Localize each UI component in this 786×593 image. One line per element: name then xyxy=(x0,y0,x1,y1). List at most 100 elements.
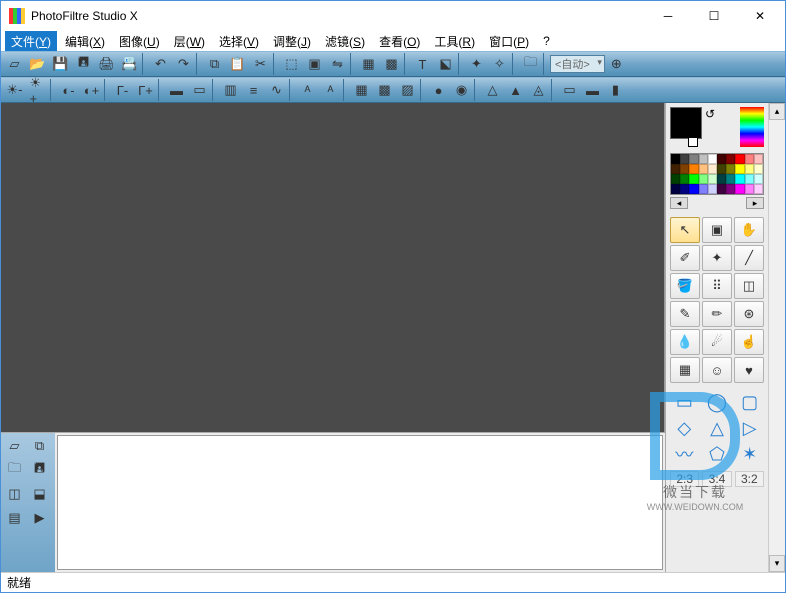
swatch[interactable] xyxy=(689,154,698,164)
pattern-tool[interactable]: ▦ xyxy=(670,357,700,383)
heart-tool[interactable]: ♥ xyxy=(734,357,764,383)
swatch[interactable] xyxy=(754,184,763,194)
swap-colors-icon[interactable]: ↺ xyxy=(702,107,718,147)
channels-button[interactable]: ▩ xyxy=(380,53,403,75)
menu-文件[interactable]: 文件(Y) xyxy=(5,31,57,52)
rgb-button[interactable]: ▦ xyxy=(357,53,380,75)
histogram-button[interactable]: ▥ xyxy=(219,79,242,101)
brush-tool[interactable]: ✎ xyxy=(670,301,700,327)
shape-star[interactable]: ✶ xyxy=(735,443,764,465)
zoom-in-button[interactable]: ⊕ xyxy=(605,53,628,75)
swatch[interactable] xyxy=(708,164,717,174)
bright-minus-button[interactable]: ☀- xyxy=(3,79,26,101)
scroll-down-icon[interactable]: ▾ xyxy=(769,555,785,572)
grid3-button[interactable]: ▨ xyxy=(396,79,419,101)
swatch[interactable] xyxy=(708,174,717,184)
swatch[interactable] xyxy=(735,184,744,194)
resize-button[interactable]: ⬚ xyxy=(280,53,303,75)
swatch[interactable] xyxy=(754,154,763,164)
layer-mask-button[interactable]: ◫ xyxy=(3,483,26,505)
scroll-up-icon[interactable]: ▴ xyxy=(769,103,785,120)
zoom-dropdown[interactable]: <自动> xyxy=(550,55,605,73)
pointer-tool[interactable]: ↖ xyxy=(670,217,700,243)
palette-next[interactable]: ▸ xyxy=(746,197,764,209)
swatch[interactable] xyxy=(680,164,689,174)
blur1-button[interactable]: ● xyxy=(427,79,450,101)
contrast-plus-button[interactable]: ◐+ xyxy=(80,79,103,101)
transform-button[interactable]: ⬕ xyxy=(434,53,457,75)
plugin2-button[interactable]: ✧ xyxy=(488,53,511,75)
bright-plus-button[interactable]: ☀+ xyxy=(26,79,49,101)
paste-button[interactable]: 📋 xyxy=(226,53,249,75)
swatch[interactable] xyxy=(708,154,717,164)
menu-图像[interactable]: 图像(U) xyxy=(113,31,166,52)
shape-rounded[interactable]: ▢ xyxy=(735,391,764,413)
swatch[interactable] xyxy=(726,154,735,164)
layer-play-button[interactable]: ▶ xyxy=(28,507,51,529)
swatch[interactable] xyxy=(680,154,689,164)
swatch[interactable] xyxy=(689,174,698,184)
layer-dup-button[interactable]: ⧉ xyxy=(28,435,51,457)
retouch-tool[interactable]: ☺ xyxy=(702,357,732,383)
cut-button[interactable]: ✂ xyxy=(249,53,272,75)
twain-button[interactable]: 📇 xyxy=(118,53,141,75)
menu-层[interactable]: 层(W) xyxy=(168,31,211,52)
menu-调整[interactable]: 调整(J) xyxy=(267,31,317,52)
sat-plus-button[interactable]: ▭ xyxy=(188,79,211,101)
vertical-scrollbar[interactable]: ▴ ▾ xyxy=(768,103,785,572)
print-button[interactable]: 🖨 xyxy=(95,53,118,75)
swatch[interactable] xyxy=(699,154,708,164)
gamma-minus-button[interactable]: Γ- xyxy=(111,79,134,101)
menu-窗口[interactable]: 窗口(P) xyxy=(483,31,535,52)
color-spectrum[interactable] xyxy=(740,107,764,147)
swatch[interactable] xyxy=(745,174,754,184)
contrast-minus-button[interactable]: ◐- xyxy=(57,79,80,101)
palette-prev[interactable]: ◂ xyxy=(670,197,688,209)
browse-button[interactable]: 🗀 xyxy=(519,53,542,75)
text-button[interactable]: T xyxy=(411,53,434,75)
crop-button[interactable]: ▣ xyxy=(303,53,326,75)
swatch[interactable] xyxy=(680,174,689,184)
swatch[interactable] xyxy=(754,174,763,184)
swatch[interactable] xyxy=(699,164,708,174)
finger-tool[interactable]: ☝ xyxy=(734,329,764,355)
shape-triangle[interactable]: △ xyxy=(703,417,732,439)
hand-tool[interactable]: ✋ xyxy=(734,217,764,243)
ratio-2:3[interactable]: 2:3 xyxy=(670,471,699,487)
swatch[interactable] xyxy=(689,184,698,194)
swatch[interactable] xyxy=(699,184,708,194)
layer-thumbnails[interactable] xyxy=(57,435,663,570)
clone-tool[interactable]: ⊛ xyxy=(734,301,764,327)
auto1-button[interactable]: ᴬ xyxy=(296,79,319,101)
shape-polygon[interactable]: ⬠ xyxy=(703,443,732,465)
fx3-button[interactable]: ▮ xyxy=(604,79,627,101)
eraser-tool[interactable]: ◫ xyxy=(734,273,764,299)
fx2-button[interactable]: ▬ xyxy=(581,79,604,101)
blur2-button[interactable]: ◉ xyxy=(450,79,473,101)
menu-查看[interactable]: 查看(O) xyxy=(373,31,426,52)
layer-flatten-button[interactable]: ▤ xyxy=(3,507,26,529)
grid2-button[interactable]: ▩ xyxy=(373,79,396,101)
menu-编辑[interactable]: 编辑(X) xyxy=(59,31,111,52)
shape-lasso[interactable]: 〰 xyxy=(670,443,699,465)
spray-tool[interactable]: ⠿ xyxy=(702,273,732,299)
swatch[interactable] xyxy=(680,184,689,194)
bucket-tool[interactable]: 🪣 xyxy=(670,273,700,299)
copy-button[interactable]: ⧉ xyxy=(203,53,226,75)
maximize-button[interactable]: ☐ xyxy=(691,1,737,31)
gamma-plus-button[interactable]: Γ+ xyxy=(134,79,157,101)
swatch[interactable] xyxy=(754,164,763,174)
swatch[interactable] xyxy=(717,184,726,194)
sat-minus-button[interactable]: ▬ xyxy=(165,79,188,101)
canvas-workspace[interactable] xyxy=(1,103,665,432)
undo-button[interactable]: ↶ xyxy=(149,53,172,75)
swatch[interactable] xyxy=(735,154,744,164)
crop-tool-tool[interactable]: ▣ xyxy=(702,217,732,243)
fx1-button[interactable]: ▭ xyxy=(558,79,581,101)
auto2-button[interactable]: ᴬ xyxy=(319,79,342,101)
swatch[interactable] xyxy=(745,164,754,174)
swatch[interactable] xyxy=(726,184,735,194)
ratio-3:2[interactable]: 3:2 xyxy=(735,471,764,487)
swatch[interactable] xyxy=(726,164,735,174)
adv-brush-tool[interactable]: ✏ xyxy=(702,301,732,327)
